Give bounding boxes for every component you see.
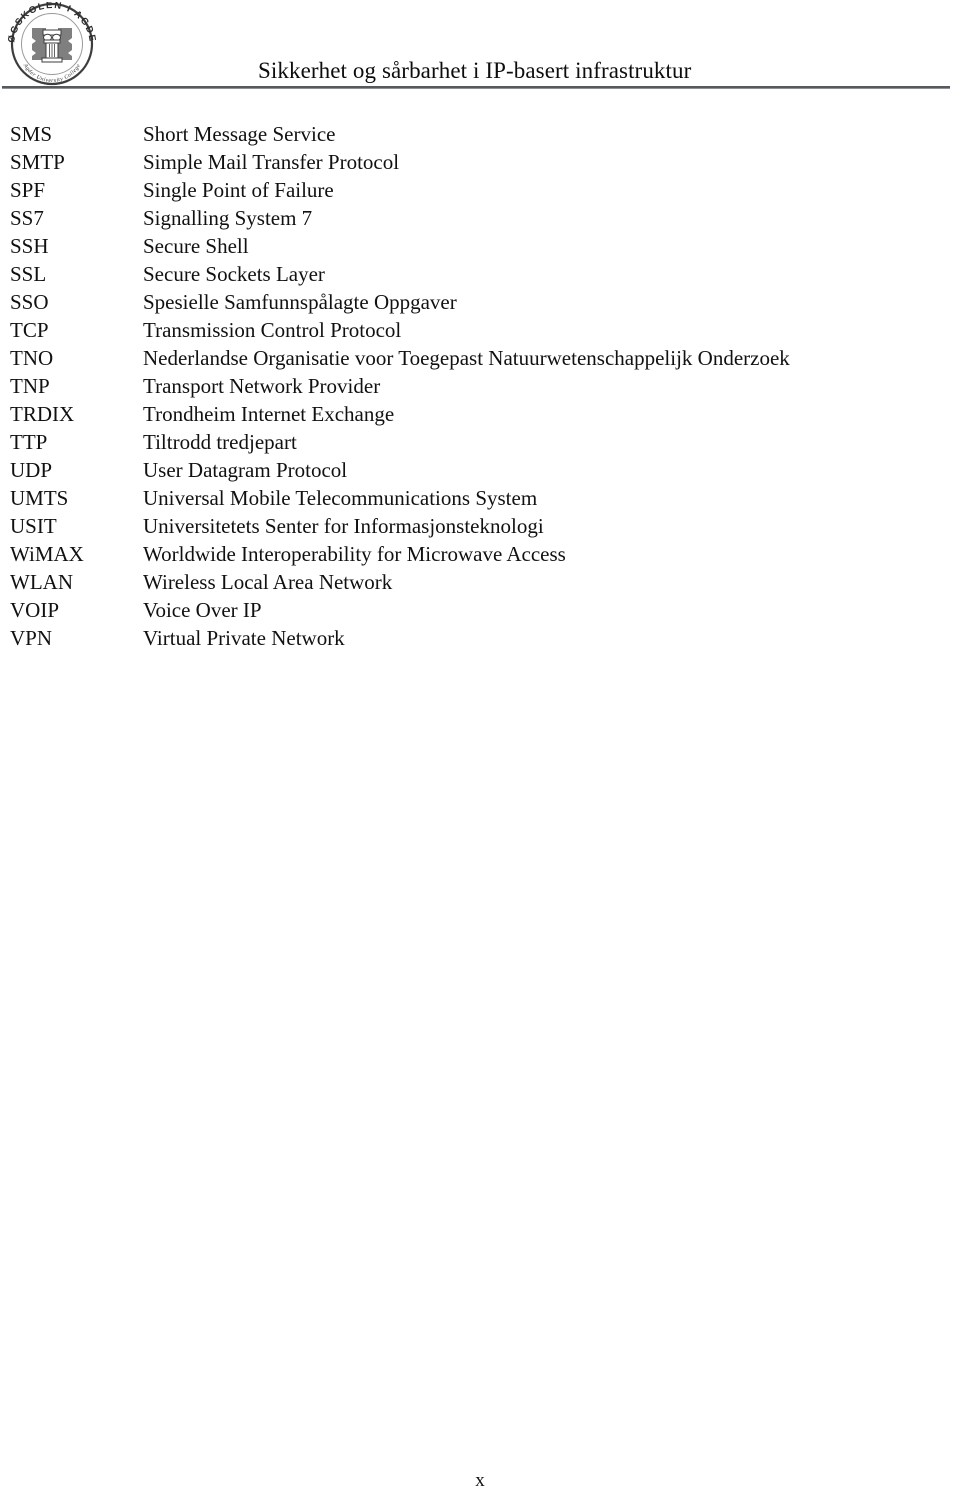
abbreviation-row: SPF Single Point of Failure [0, 176, 960, 204]
abbreviation-row: TRDIX Trondheim Internet Exchange [0, 400, 960, 428]
abbreviation-term: SS7 [10, 206, 44, 230]
abbreviation-row: VPN Virtual Private Network [0, 624, 960, 652]
abbreviation-row: WiMAX Worldwide Interoperability for Mic… [0, 540, 960, 568]
abbreviation-list: SMS Short Message Service SMTP Simple Ma… [0, 120, 960, 652]
abbreviation-definition: Voice Over IP [143, 598, 262, 622]
abbreviation-row: UDP User Datagram Protocol [0, 456, 960, 484]
abbreviation-term: SMS [10, 122, 53, 146]
abbreviation-term: UMTS [10, 486, 69, 510]
abbreviation-definition: Signalling System 7 [143, 206, 313, 230]
abbreviation-row: SMTP Simple Mail Transfer Protocol [0, 148, 960, 176]
abbreviation-definition: User Datagram Protocol [143, 458, 348, 482]
abbreviation-term: SSO [10, 290, 49, 314]
page-header: HØGSKOLEN I AGDER Agder University Colle… [0, 0, 960, 92]
page-number: x [475, 1470, 485, 1491]
abbreviation-row: TNO Nederlandse Organisatie voor Toegepa… [0, 344, 960, 372]
abbreviation-row: WLAN Wireless Local Area Network [0, 568, 960, 596]
abbreviation-row: SSO Spesielle Samfunnspålagte Oppgaver [0, 288, 960, 316]
abbreviation-definition: Worldwide Interoperability for Microwave… [143, 542, 566, 566]
abbreviation-definition: Universitetets Senter for Informasjonste… [143, 514, 544, 538]
page-footer: x [0, 1470, 960, 1492]
abbreviation-term: TNO [10, 346, 54, 370]
column-seal-icon: HØGSKOLEN I AGDER Agder University Colle… [6, 2, 96, 86]
abbreviation-definition: Universal Mobile Telecommunications Syst… [143, 486, 538, 510]
abbreviation-row: SSH Secure Shell [0, 232, 960, 260]
abbreviation-definition: Short Message Service [143, 122, 336, 146]
abbreviation-definition: Single Point of Failure [143, 178, 334, 202]
abbreviation-row: TTP Tiltrodd tredjepart [0, 428, 960, 456]
abbreviation-definition: Simple Mail Transfer Protocol [143, 150, 400, 174]
header-divider [2, 86, 950, 89]
abbreviation-row: SSL Secure Sockets Layer [0, 260, 960, 288]
abbreviation-term: SSL [10, 262, 47, 286]
abbreviation-definition: Secure Shell [143, 234, 249, 258]
abbreviation-definition: Nederlandse Organisatie voor Toegepast N… [143, 346, 790, 370]
abbreviation-definition: Transport Network Provider [143, 374, 381, 398]
abbreviation-definition: Virtual Private Network [143, 626, 345, 650]
abbreviation-definition: Spesielle Samfunnspålagte Oppgaver [143, 290, 457, 314]
abbreviation-term: WiMAX [10, 542, 84, 566]
abbreviation-term: UDP [10, 458, 53, 482]
abbreviation-term: TCP [10, 318, 49, 342]
abbreviation-definition: Trondheim Internet Exchange [143, 402, 395, 426]
abbreviation-definition: Transmission Control Protocol [143, 318, 402, 342]
abbreviation-term: SPF [10, 178, 46, 202]
abbreviation-term: VPN [10, 626, 53, 650]
abbreviation-row: USIT Universitetets Senter for Informasj… [0, 512, 960, 540]
abbreviation-definition: Tiltrodd tredjepart [143, 430, 297, 454]
abbreviation-term: VOIP [10, 598, 60, 622]
abbreviation-definition: Secure Sockets Layer [143, 262, 325, 286]
abbreviation-row: TNP Transport Network Provider [0, 372, 960, 400]
abbreviation-definition: Wireless Local Area Network [143, 570, 393, 594]
abbreviation-term: SSH [10, 234, 49, 258]
abbreviation-row: UMTS Universal Mobile Telecommunications… [0, 484, 960, 512]
institution-logo: HØGSKOLEN I AGDER Agder University Colle… [6, 2, 106, 86]
abbreviation-row: VOIP Voice Over IP [0, 596, 960, 624]
abbreviation-row: SMS Short Message Service [0, 120, 960, 148]
abbreviation-term: WLAN [10, 570, 73, 594]
abbreviation-row: SS7 Signalling System 7 [0, 204, 960, 232]
abbreviation-term: SMTP [10, 150, 65, 174]
abbreviation-term: TRDIX [10, 402, 75, 426]
abbreviation-term: USIT [10, 514, 57, 538]
abbreviation-term: TNP [10, 374, 50, 398]
abbreviation-row: TCP Transmission Control Protocol [0, 316, 960, 344]
page-title: Sikkerhet og sårbarhet i IP-basert infra… [258, 58, 692, 83]
abbreviation-term: TTP [10, 430, 48, 454]
